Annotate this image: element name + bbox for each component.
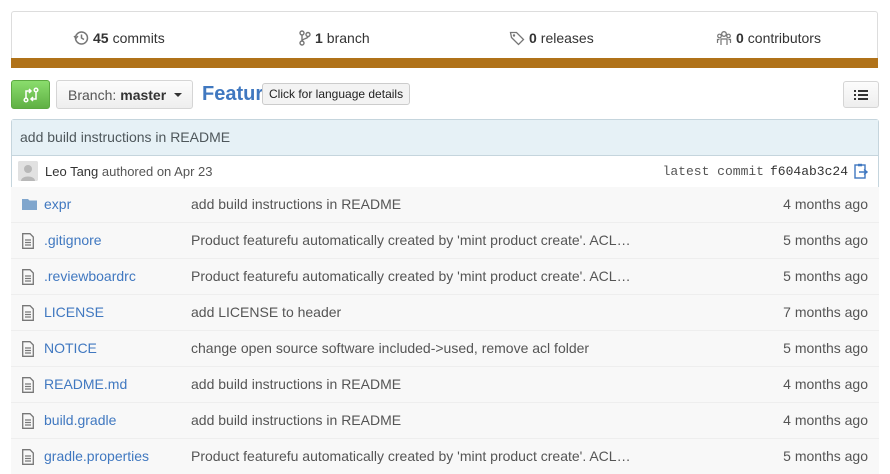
file-commit-message[interactable]: add build instructions in README <box>191 376 661 392</box>
file-name[interactable]: gradle.properties <box>44 448 149 464</box>
commit-meta: Leo Tang authored on Apr 23 latest commi… <box>12 156 878 188</box>
file-commit-message[interactable]: Product featurefu automatically created … <box>191 232 661 248</box>
commit-author[interactable]: Leo Tang <box>45 164 98 179</box>
table-row[interactable]: build.gradle add build instructions in R… <box>11 402 879 438</box>
tag-icon <box>509 31 525 46</box>
file-name[interactable]: expr <box>44 196 71 212</box>
file-icon <box>22 233 34 249</box>
file-name[interactable]: .reviewboardrc <box>44 268 136 284</box>
file-name[interactable]: LICENSE <box>44 304 104 320</box>
file-commit-message[interactable]: add LICENSE to header <box>191 304 661 320</box>
commit-sha[interactable]: f604ab3c24 <box>770 164 848 179</box>
caret-down-icon <box>174 92 183 97</box>
file-name[interactable]: .gitignore <box>44 232 102 248</box>
table-row[interactable]: .gitignore Product featurefu automatical… <box>11 222 879 258</box>
table-row[interactable]: NOTICE change open source software inclu… <box>11 330 879 366</box>
releases-count: 0 <box>529 30 537 46</box>
file-age: 4 months ago <box>783 376 868 392</box>
commits-label: commits <box>112 30 165 46</box>
file-commit-message[interactable]: add build instructions in README <box>191 196 661 212</box>
table-row[interactable]: LICENSE add LICENSE to header 7 months a… <box>11 294 879 330</box>
commit-sha-area: latest commit f604ab3c24 <box>663 163 868 179</box>
repo-stats-bar: 45 commits 1 branch 0 releases 0 contrib… <box>11 11 878 68</box>
contributors-count: 0 <box>736 30 744 46</box>
file-age: 4 months ago <box>783 196 868 212</box>
file-commit-message[interactable]: Product featurefu automatically created … <box>191 448 661 464</box>
contributors-label: contributors <box>747 30 821 46</box>
commits-count: 45 <box>93 30 109 46</box>
file-commit-message[interactable]: add build instructions in README <box>191 412 661 428</box>
language-tooltip: Click for language details <box>262 83 411 105</box>
file-age: 5 months ago <box>783 448 868 464</box>
list-view-button[interactable] <box>843 81 879 108</box>
commit-author-line: Leo Tang authored on Apr 23 <box>45 164 212 179</box>
repo-title[interactable]: Featur <box>202 80 263 108</box>
file-icon <box>22 377 34 393</box>
file-icon <box>22 341 34 357</box>
file-list: expr add build instructions in README 4 … <box>11 187 879 474</box>
file-name[interactable]: README.md <box>44 376 127 392</box>
releases-label: releases <box>540 30 594 46</box>
folder-icon <box>22 199 37 210</box>
file-icon <box>22 305 34 321</box>
table-row[interactable]: gradle.properties Product featurefu auto… <box>11 438 879 474</box>
branches-stat[interactable]: 1 branch <box>299 30 370 46</box>
branch-name: master <box>120 86 167 103</box>
commit-message[interactable]: add build instructions in README <box>12 120 878 156</box>
file-age: 5 months ago <box>783 340 868 356</box>
list-icon <box>854 89 868 100</box>
releases-stat[interactable]: 0 releases <box>509 30 594 46</box>
file-commit-message[interactable]: change open source software included->us… <box>191 340 661 356</box>
language-bar[interactable] <box>11 58 878 68</box>
branch-prefix: Branch: <box>68 86 117 103</box>
branches-label: branch <box>326 30 370 46</box>
branches-count: 1 <box>315 30 323 46</box>
compare-button[interactable] <box>11 80 50 109</box>
commits-stat[interactable]: 45 commits <box>73 30 165 46</box>
file-name[interactable]: build.gradle <box>44 412 116 428</box>
latest-commit-box: add build instructions in README Leo Tan… <box>11 119 879 189</box>
organization-icon <box>716 31 732 45</box>
history-icon <box>73 31 89 45</box>
file-name[interactable]: NOTICE <box>44 340 97 356</box>
table-row[interactable]: .reviewboardrc Product featurefu automat… <box>11 258 879 294</box>
file-icon <box>22 269 34 285</box>
file-icon <box>22 449 34 465</box>
file-age: 4 months ago <box>783 412 868 428</box>
file-age: 5 months ago <box>783 268 868 284</box>
file-age: 5 months ago <box>783 232 868 248</box>
contributors-stat[interactable]: 0 contributors <box>716 30 821 46</box>
table-row[interactable]: expr add build instructions in README 4 … <box>11 187 879 222</box>
file-commit-message[interactable]: Product featurefu automatically created … <box>191 268 661 284</box>
avatar[interactable] <box>18 161 38 181</box>
branch-select-button[interactable]: Branch: master <box>56 80 193 109</box>
clipboard-icon[interactable] <box>854 163 868 179</box>
commit-authored-date: authored on Apr 23 <box>101 164 213 179</box>
git-branch-icon <box>299 30 311 46</box>
table-row[interactable]: README.md add build instructions in READ… <box>11 366 879 402</box>
latest-commit-label: latest commit <box>662 163 764 179</box>
file-icon <box>22 413 34 429</box>
file-age: 7 months ago <box>783 304 868 320</box>
git-compare-icon <box>22 86 39 103</box>
